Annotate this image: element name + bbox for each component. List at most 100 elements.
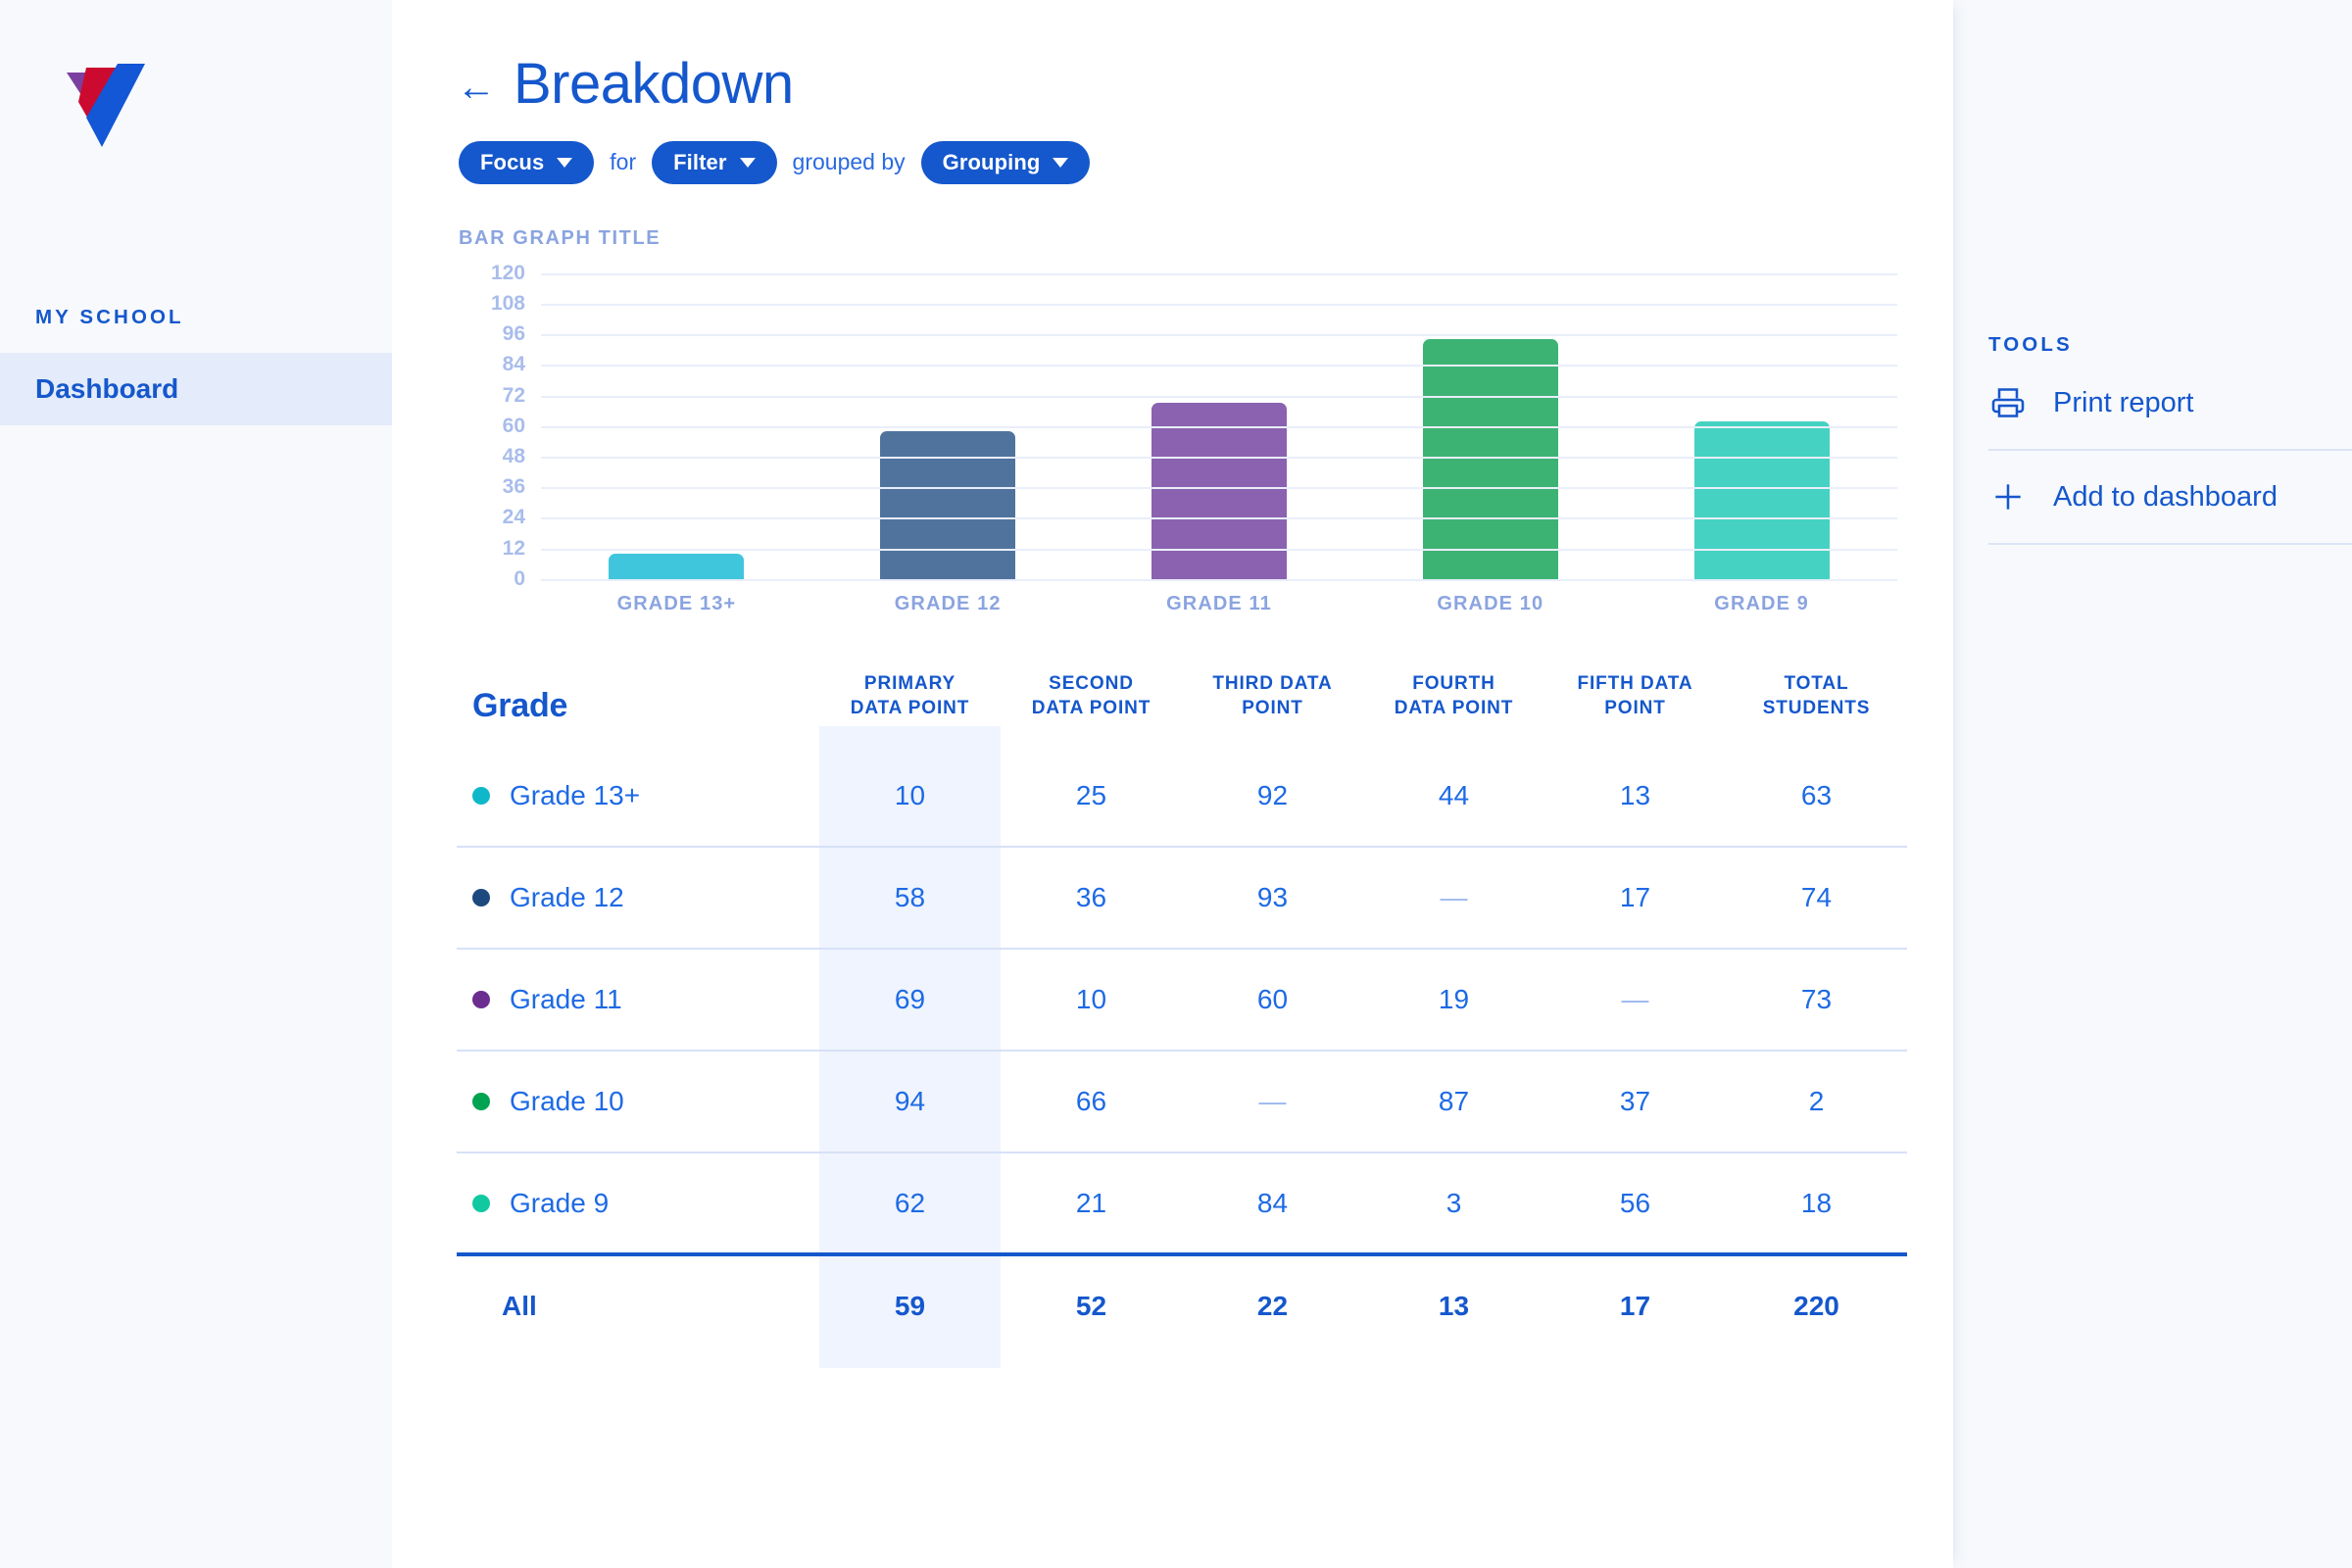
cell-value: 2 bbox=[1726, 1051, 1907, 1154]
tools-section-label: TOOLS bbox=[1988, 333, 2073, 356]
table-row[interactable]: Grade 9 62 21 84 3 56 18 bbox=[457, 1152, 1907, 1257]
cell-grade: Grade 10 bbox=[457, 1051, 819, 1154]
chart-bar[interactable] bbox=[609, 553, 745, 579]
focus-dropdown[interactable]: Focus bbox=[459, 140, 595, 184]
grade-label: Grade 12 bbox=[510, 882, 624, 913]
column-header-primary[interactable]: PRIMARY DATA POINT bbox=[819, 671, 1001, 745]
header-line-1: FIFTH DATA bbox=[1577, 672, 1693, 694]
cell-value: 21 bbox=[1001, 1152, 1182, 1257]
cell-value: 13 bbox=[1544, 745, 1726, 849]
chart-bar[interactable] bbox=[880, 431, 1016, 579]
plus-icon bbox=[1988, 477, 2028, 516]
chevron-down-icon bbox=[739, 157, 756, 168]
conjunction-grouped-by: grouped by bbox=[792, 149, 906, 175]
table-head: Grade PRIMARY DATA POINT SECOND DATA POI… bbox=[457, 671, 1907, 745]
sidebar-item-label: Dashboard bbox=[35, 373, 179, 404]
table-row[interactable]: Grade 13+ 10 25 92 44 13 63 bbox=[457, 745, 1907, 849]
cell-total-value: 220 bbox=[1793, 1291, 1839, 1322]
cell-value: 56 bbox=[1544, 1152, 1726, 1257]
chart-gridline bbox=[541, 395, 1897, 398]
filter-bar: Focus for Filter grouped by Grouping bbox=[457, 140, 1953, 184]
y-axis-tick-label: 108 bbox=[490, 291, 525, 315]
header-line-2: POINT bbox=[1242, 698, 1303, 719]
x-axis-tick-label: GRADE 13+ bbox=[616, 592, 737, 614]
cell-grade: Grade 12 bbox=[457, 847, 819, 951]
series-color-dot bbox=[472, 889, 490, 907]
cell-total-value: 22 bbox=[1256, 1291, 1289, 1322]
x-axis-tick-label: GRADE 11 bbox=[1166, 592, 1272, 614]
table-row[interactable]: Grade 12 58 36 93—17 74 bbox=[457, 847, 1907, 951]
tools-panel: TOOLS Print report Add to dashboard bbox=[1953, 0, 2352, 1568]
y-axis-tick-label: 0 bbox=[514, 566, 525, 590]
x-axis-tick-label: GRADE 9 bbox=[1714, 592, 1809, 614]
print-report-label: Print report bbox=[2053, 386, 2194, 418]
chart-bar[interactable] bbox=[1693, 420, 1830, 579]
cell-value: 93 bbox=[1182, 847, 1363, 951]
column-header-third[interactable]: THIRD DATA POINT bbox=[1182, 671, 1363, 745]
add-to-dashboard-button[interactable]: Add to dashboard bbox=[1988, 451, 2352, 545]
header-line-2: STUDENTS bbox=[1762, 698, 1871, 719]
series-color-dot bbox=[472, 1093, 490, 1111]
chart-gridline bbox=[541, 365, 1897, 368]
column-header-grade[interactable]: Grade bbox=[457, 671, 819, 745]
cell-grade: Grade 13+ bbox=[457, 745, 819, 849]
cell-grade: Grade 9 bbox=[457, 1152, 819, 1257]
print-report-button[interactable]: Print report bbox=[1988, 357, 2352, 451]
table-total-row: All 59 52 22 13 17 220 bbox=[457, 1254, 1907, 1356]
column-header-fourth[interactable]: FOURTH DATA POINT bbox=[1363, 671, 1544, 745]
y-axis-tick-label: 72 bbox=[502, 383, 525, 407]
chevron-down-icon bbox=[557, 157, 573, 168]
cell-value: 87 bbox=[1363, 1051, 1544, 1154]
page-title: Breakdown bbox=[514, 52, 794, 116]
y-axis-tick-label: 24 bbox=[502, 506, 525, 529]
grouping-dropdown[interactable]: Grouping bbox=[920, 140, 1091, 184]
y-axis-tick-label: 12 bbox=[502, 536, 525, 560]
column-header-fifth[interactable]: FIFTH DATA POINT bbox=[1544, 671, 1726, 745]
chart-bar[interactable] bbox=[1422, 339, 1558, 579]
series-color-dot bbox=[472, 991, 490, 1009]
sidebar-item-dashboard[interactable]: Dashboard bbox=[0, 353, 392, 425]
cell-value: 94 bbox=[819, 1051, 1001, 1154]
table-body: Grade 13+ 10 25 92 44 13 63 Grade 12 58 36 93—17 74… bbox=[457, 745, 1907, 1356]
chart-gridline bbox=[541, 487, 1897, 490]
grouping-dropdown-label: Grouping bbox=[942, 149, 1041, 174]
header-line-2: DATA POINT bbox=[1031, 698, 1152, 719]
cell-total-value: 52 bbox=[1075, 1291, 1107, 1322]
filter-dropdown-label: Filter bbox=[673, 149, 727, 174]
cell-value: 36 bbox=[1001, 847, 1182, 951]
check-mark-logo bbox=[67, 64, 145, 147]
filter-dropdown[interactable]: Filter bbox=[652, 140, 777, 184]
cell-total-value: 13 bbox=[1438, 1291, 1470, 1322]
column-header-second[interactable]: SECOND DATA POINT bbox=[1001, 671, 1182, 745]
chart-gridline bbox=[541, 456, 1897, 459]
logo-container bbox=[0, 0, 392, 151]
cell-value: 63 bbox=[1726, 745, 1907, 849]
x-axis-tick-label: GRADE 12 bbox=[894, 592, 1002, 614]
cell-value: 25 bbox=[1001, 745, 1182, 849]
chart-y-axis: 120 108 96 84 72 60 48 36 24 12 0 bbox=[457, 262, 525, 590]
breakdown-table: Grade PRIMARY DATA POINT SECOND DATA POI… bbox=[457, 671, 1907, 1356]
chart-gridline bbox=[541, 334, 1897, 337]
grade-label: Grade 13+ bbox=[510, 779, 641, 810]
column-header-total-students[interactable]: TOTAL STUDENTS bbox=[1726, 671, 1907, 745]
cell-grade: Grade 11 bbox=[457, 949, 819, 1053]
chart-gridline bbox=[541, 303, 1897, 306]
chevron-down-icon bbox=[1053, 157, 1069, 168]
cell-value: 92 bbox=[1182, 745, 1363, 849]
cell-value: 10 bbox=[1001, 949, 1182, 1053]
header-line-1: TOTAL bbox=[1784, 672, 1849, 694]
table-row[interactable]: Grade 11 69 10 60 19—73 bbox=[457, 949, 1907, 1053]
cell-value: 3 bbox=[1363, 1152, 1544, 1257]
cell-value: 66 bbox=[1001, 1051, 1182, 1154]
x-axis-tick-label: GRADE 10 bbox=[1437, 592, 1544, 614]
table-header-row: Grade PRIMARY DATA POINT SECOND DATA POI… bbox=[457, 671, 1907, 745]
header-line-2: POINT bbox=[1604, 698, 1666, 719]
cell-value: 58 bbox=[819, 847, 1001, 951]
table-row[interactable]: Grade 10 94 66—87 37 2 bbox=[457, 1051, 1907, 1154]
y-axis-tick-label: 60 bbox=[502, 414, 525, 437]
arrow-left-icon[interactable]: ← bbox=[457, 68, 496, 107]
cell-value: 62 bbox=[819, 1152, 1001, 1257]
left-sidebar: MY SCHOOL Dashboard bbox=[0, 0, 392, 1568]
cell-value: 73 bbox=[1726, 949, 1907, 1053]
chart-bar[interactable] bbox=[1151, 403, 1287, 579]
